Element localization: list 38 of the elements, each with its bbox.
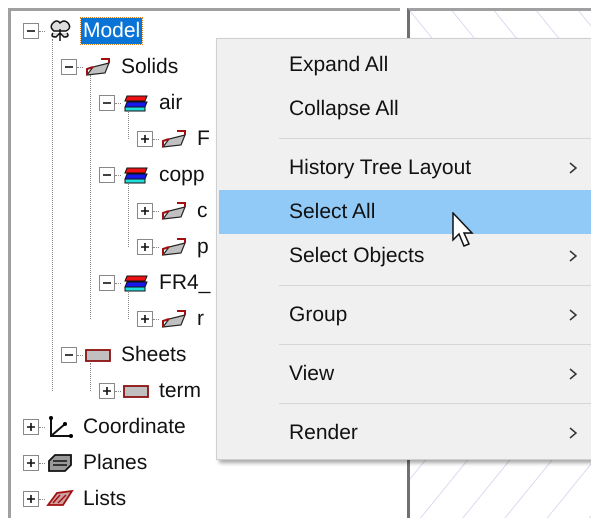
menu-item[interactable]: Collapse All [219, 87, 591, 131]
menu-item[interactable]: Select Objects [219, 234, 591, 278]
expand-icon[interactable] [23, 491, 39, 507]
menu-item[interactable]: History Tree Layout [219, 146, 591, 190]
menu-item[interactable]: View [219, 352, 591, 396]
tree-item[interactable]: p [195, 234, 211, 260]
collapse-icon[interactable] [99, 95, 115, 111]
tree-item[interactable]: r [195, 306, 206, 332]
tree-item[interactable]: FR4_ [157, 270, 212, 296]
collapse-icon[interactable] [99, 275, 115, 291]
planes-icon [45, 451, 75, 475]
expand-icon[interactable] [137, 203, 153, 219]
expand-icon[interactable] [23, 455, 39, 471]
expand-icon[interactable] [23, 419, 39, 435]
tree-item[interactable]: Solids [119, 54, 180, 80]
expand-icon[interactable] [137, 131, 153, 147]
menu-item[interactable]: Render [219, 411, 591, 455]
tree-item[interactable]: Lists [81, 486, 128, 512]
tree-item[interactable]: Model [81, 18, 142, 44]
tree-item[interactable]: air [157, 90, 184, 116]
expand-icon[interactable] [137, 311, 153, 327]
mouse-pointer-icon [452, 212, 476, 248]
collapse-icon[interactable] [61, 347, 77, 363]
tree-item[interactable]: F [195, 126, 212, 152]
tree-item[interactable]: Planes [81, 450, 150, 476]
tree-item[interactable]: c [195, 198, 210, 224]
tree-item[interactable]: Sheets [119, 342, 188, 368]
menu-item[interactable]: Expand All [219, 43, 591, 87]
tree-item[interactable]: Coordinate [81, 414, 188, 440]
menu-item[interactable]: Select All [219, 190, 591, 234]
tree-item[interactable]: term [157, 378, 203, 404]
expand-icon[interactable] [99, 383, 115, 399]
tree-item[interactable]: copp [157, 162, 207, 188]
collapse-icon[interactable] [23, 23, 39, 39]
collapse-icon[interactable] [99, 167, 115, 183]
menu-item[interactable]: Group [219, 293, 591, 337]
collapse-icon[interactable] [61, 59, 77, 75]
expand-icon[interactable] [137, 239, 153, 255]
